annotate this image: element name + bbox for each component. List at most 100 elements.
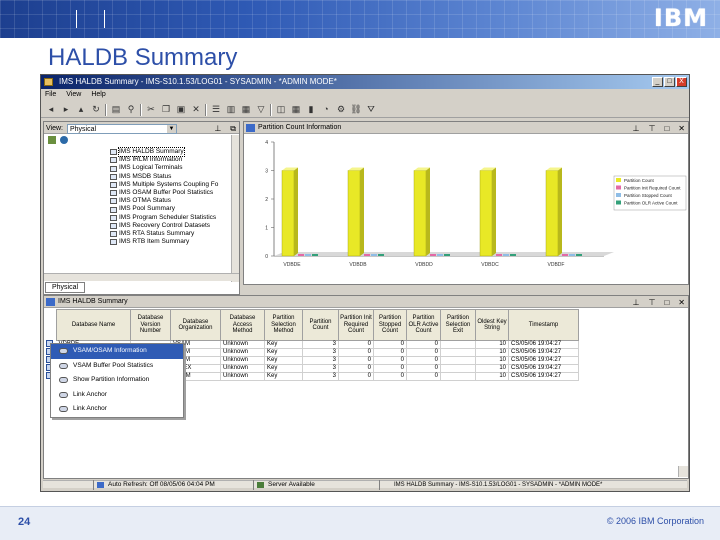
tree-item[interactable]: IMS OSAM Buffer Pool Statistics [110, 189, 218, 197]
panel-maximize-icon[interactable]: □ [664, 297, 669, 309]
column-header[interactable]: Partition Stopped Count [373, 309, 407, 341]
tree-item[interactable]: IMS RTB Item Summary [110, 238, 218, 246]
tree-item[interactable]: IMS Pool Summary [110, 205, 218, 213]
view-select-value: Physical [70, 126, 97, 133]
bar-zero-series [437, 254, 443, 256]
column-header[interactable]: Oldest Key String [475, 309, 509, 341]
column-header[interactable]: Partition Init Required Count [338, 309, 374, 341]
table-cell: CS/05/06 19:04:27 [508, 364, 579, 373]
cut-icon[interactable]: ✂ [145, 104, 157, 115]
menu-help[interactable]: Help [91, 89, 105, 101]
link-icon[interactable]: ⛓ [350, 104, 362, 115]
menu-item-vsam-osam-info[interactable]: VSAM/OSAM Information [51, 344, 183, 359]
table-scrollbar[interactable] [678, 466, 688, 477]
tree-item[interactable]: IMS RTA Status Summary [110, 230, 218, 238]
tree-home-icon[interactable] [48, 136, 56, 144]
panel-split-vertical-icon[interactable]: ⊤ [648, 297, 655, 309]
grid-view-icon[interactable]: ▦ [290, 104, 302, 115]
table-cell: 3 [302, 340, 339, 349]
column-header[interactable]: Partition Selection Method [264, 309, 303, 341]
tree-item[interactable]: IMS Logical Terminals [110, 164, 218, 172]
status-refresh: Auto Refresh: Off 08/05/06 04:04 PM [93, 480, 253, 490]
navigator-hscrollbar[interactable] [44, 273, 239, 281]
table-icon[interactable]: ▦ [240, 104, 252, 115]
link-icon [59, 406, 68, 412]
tree-item[interactable]: IMS MSDB Status [110, 173, 218, 181]
column-header[interactable]: Database Version Number [130, 309, 171, 341]
panel-restore-icon[interactable]: ⧉ [230, 123, 236, 135]
chevron-down-icon[interactable]: ▼ [167, 125, 176, 133]
column-header[interactable]: Partition Count [302, 309, 339, 341]
x-tick-label: VDBDF [548, 262, 565, 268]
delete-icon[interactable]: ✕ [190, 104, 202, 115]
y-tick-label: 3 [265, 169, 268, 175]
properties-icon[interactable]: ☰ [210, 104, 222, 115]
menu-item-show-partition-info[interactable]: Show Partition Information [51, 373, 183, 388]
bar-partition-count [347, 170, 361, 257]
column-header[interactable]: Database Name [56, 309, 131, 341]
refresh-icon[interactable]: ↻ [90, 104, 102, 115]
menu-item-link-anchor[interactable]: Link Anchor [51, 402, 183, 417]
up-arrow-icon[interactable]: ▴ [75, 104, 87, 115]
panel-split-icon[interactable]: ⊥ [214, 123, 221, 135]
filter-icon[interactable]: ▽ [255, 104, 267, 115]
banner-tick [104, 10, 105, 28]
pie-view-icon[interactable]: ◔ [320, 104, 332, 115]
menu-item-vsam-buffer-stats[interactable]: VSAM Buffer Pool Statistics [51, 359, 183, 374]
bar-side [426, 167, 430, 256]
paste-icon[interactable]: ▣ [175, 104, 187, 115]
forward-arrow-icon[interactable]: ▸ [60, 104, 72, 115]
tree-item[interactable]: IMS OTMA Status [110, 197, 218, 205]
chart-icon[interactable]: ▥ [225, 104, 237, 115]
table-cell: 0 [373, 348, 407, 357]
copy-icon[interactable]: ❐ [160, 104, 172, 115]
tab-physical[interactable]: Physical [45, 282, 86, 293]
tree-item[interactable]: IMS Recovery Control Datasets [110, 222, 218, 230]
table-cell: 0 [406, 356, 441, 365]
bar-partition-count [545, 170, 559, 257]
minimize-button[interactable]: _ [652, 77, 663, 87]
table-cell [440, 348, 476, 357]
table-cell: Unknown [220, 372, 265, 381]
table-cell: 0 [406, 340, 441, 349]
column-header[interactable]: Timestamp [508, 309, 579, 341]
panel-split-icon[interactable]: ⊥ [633, 297, 640, 309]
settings-icon[interactable]: ⚙ [335, 104, 347, 115]
bar-zero-series [298, 254, 304, 256]
context-menu: VSAM/OSAM Information VSAM Buffer Pool S… [50, 343, 184, 418]
link-icon [59, 391, 68, 398]
column-header[interactable]: Partition Selection Exit [440, 309, 476, 341]
tree-globe-icon[interactable] [60, 136, 68, 144]
table-cell: 3 [302, 364, 339, 373]
table-panel-title: IMS HALDB Summary [58, 298, 128, 305]
app-icon [44, 78, 53, 86]
panel-close-icon[interactable]: ✕ [678, 297, 685, 309]
maximize-button[interactable]: □ [664, 77, 675, 87]
column-header[interactable]: Database Organization [170, 309, 221, 341]
navigator-scrollbar[interactable] [231, 135, 239, 282]
column-header[interactable]: Partition OLR Active Count [406, 309, 441, 341]
print-icon[interactable]: ▤ [110, 104, 122, 115]
table-cell: Unknown [220, 340, 265, 349]
menu-view[interactable]: View [66, 89, 81, 101]
tree-item[interactable]: IMS Multiple Systems Coupling Fo [110, 181, 218, 189]
tree-item[interactable]: IMS HALDB Summary [110, 146, 218, 158]
back-arrow-icon[interactable]: ◂ [45, 104, 57, 115]
tree-item[interactable]: IMS IRLM Information [110, 156, 218, 164]
table-cell: 3 [302, 356, 339, 365]
topology-icon[interactable]: ⛛ [365, 104, 377, 115]
close-button[interactable]: X [676, 77, 687, 87]
split-view-icon[interactable]: ◫ [275, 104, 287, 115]
table-cell: 0 [338, 340, 374, 349]
tree-item[interactable]: IMS Program Scheduler Statistics [110, 214, 218, 222]
link-icon [59, 362, 68, 369]
view-select[interactable]: Physical ▼ [67, 124, 177, 134]
column-header[interactable]: Database Access Method [220, 309, 265, 341]
menu-file[interactable]: File [45, 89, 56, 101]
menu-item-link-anchor[interactable]: Link Anchor [51, 388, 183, 403]
bar-view-icon[interactable]: ▮ [305, 104, 317, 115]
slide-banner: IBM [0, 0, 720, 38]
table-cell: Key [264, 364, 303, 373]
bar-zero-series [371, 254, 377, 256]
find-icon[interactable]: ⚲ [125, 104, 137, 115]
